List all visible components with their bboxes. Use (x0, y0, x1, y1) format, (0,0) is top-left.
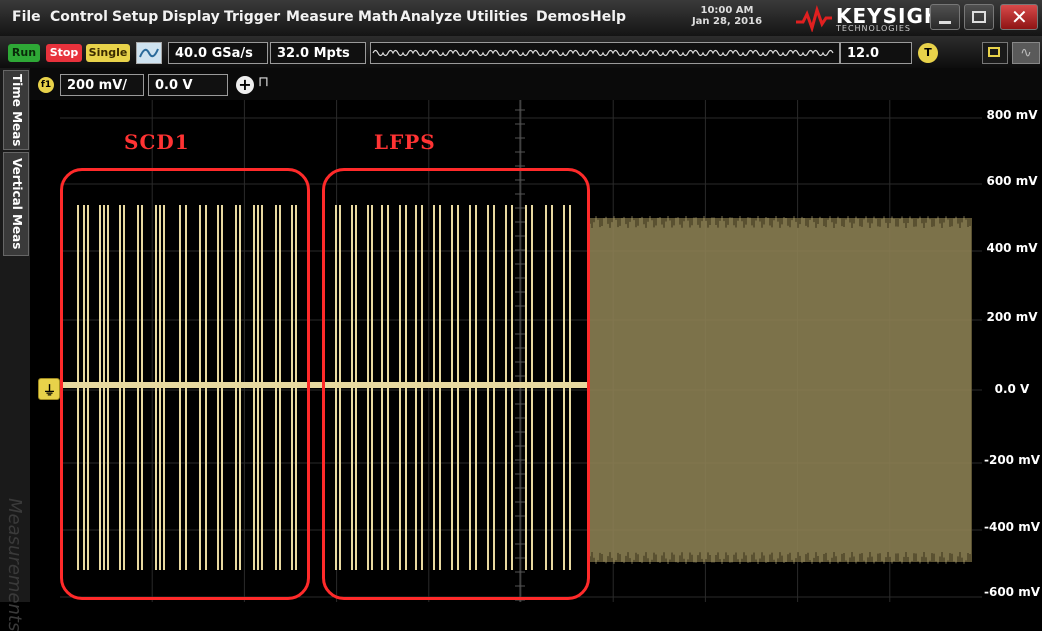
overview-trace (372, 49, 834, 57)
menu-control[interactable]: Control (50, 9, 108, 25)
menu-file[interactable]: File (12, 9, 41, 25)
annotation-box-lfps (322, 168, 590, 600)
menu-demos[interactable]: Demos (536, 9, 590, 25)
waveform-overview-icon (372, 49, 834, 57)
zoom-icon (988, 47, 1000, 57)
y-tick-label: -600 mV (984, 585, 1040, 599)
zoom-button[interactable] (982, 42, 1008, 64)
vertical-offset-field[interactable]: 0.0 V (148, 74, 228, 96)
autoscale-icon (139, 48, 159, 58)
y-tick-label: 600 mV (986, 174, 1038, 188)
y-tick-label: 800 mV (986, 108, 1038, 122)
plus-icon: + (238, 75, 252, 94)
timebase-overview[interactable] (370, 42, 840, 64)
vertical-scale-field[interactable]: 200 mV/ (60, 74, 144, 96)
pin-icon[interactable]: ⊓ (258, 74, 269, 90)
tab-time-meas[interactable]: Time Meas (3, 70, 29, 150)
y-tick-label: -400 mV (984, 520, 1040, 534)
annotation-box-scd1 (60, 168, 310, 600)
minimize-icon (939, 21, 951, 24)
trigger-badge[interactable]: T (918, 43, 938, 63)
autoscale-button[interactable] (136, 42, 162, 64)
keysight-wave-icon (796, 5, 832, 32)
datetime: 10:00 AM Jan 28, 2016 (684, 5, 770, 27)
annotation-scd1: SCD1 (124, 130, 190, 154)
close-button[interactable]: ✕ (1000, 4, 1038, 30)
memory-depth-field[interactable]: 32.0 Mpts (270, 42, 366, 64)
measurements-watermark: Measurements (4, 498, 25, 631)
clock-date: Jan 28, 2016 (691, 16, 763, 27)
clock-time: 10:00 AM (700, 5, 754, 16)
y-tick-label: 400 mV (986, 241, 1038, 255)
minimize-button[interactable] (930, 4, 960, 30)
sample-rate-field[interactable]: 40.0 GSa/s (168, 42, 268, 64)
maximize-icon (972, 11, 986, 23)
run-button[interactable]: Run (8, 44, 40, 62)
menu-display[interactable]: Display (162, 9, 220, 25)
channel-controls: f1 200 mV/ 0.0 V + ⊓ (0, 68, 1042, 100)
single-button[interactable]: Single (86, 44, 130, 62)
channel-badge[interactable]: f1 (38, 77, 54, 93)
menu-math[interactable]: Math (358, 9, 398, 25)
waveform-icon: ∿ (1020, 45, 1032, 61)
menu-setup[interactable]: Setup (112, 9, 158, 25)
tab-vertical-meas[interactable]: Vertical Meas (3, 152, 29, 256)
close-icon: ✕ (1011, 5, 1028, 29)
y-tick-label: -200 mV (984, 453, 1040, 467)
menu-analyze[interactable]: Analyze (400, 9, 462, 25)
measurement-sidebar: Time Meas Vertical Meas Measurements (0, 68, 30, 631)
menu-measure[interactable]: Measure (286, 9, 354, 25)
maximize-button[interactable] (964, 4, 994, 30)
y-tick-label: 0.0 V (994, 382, 1030, 396)
ground-icon: ⏚ (43, 384, 57, 399)
y-tick-label: 200 mV (986, 310, 1038, 324)
signal-envelope (590, 218, 972, 562)
acquisition-toolbar: Run Stop Single 40.0 GSa/s 32.0 Mpts 12.… (0, 36, 1042, 83)
menu-utilities[interactable]: Utilities (466, 9, 528, 25)
stop-button[interactable]: Stop (46, 44, 82, 62)
extra-button[interactable]: ∿ (1012, 42, 1040, 64)
add-measurement-button[interactable]: + (236, 76, 254, 94)
menu-help[interactable]: Help (590, 9, 626, 25)
menu-bar: File Control Setup Display Trigger Measu… (0, 0, 1042, 36)
brand-sub: TECHNOLOGIES (836, 24, 911, 33)
annotation-lfps: LFPS (374, 130, 436, 154)
ground-marker[interactable]: ⏚ (38, 378, 60, 400)
menu-trigger[interactable]: Trigger (224, 9, 280, 25)
bandwidth-field[interactable]: 12.0 GHz (840, 42, 912, 83)
